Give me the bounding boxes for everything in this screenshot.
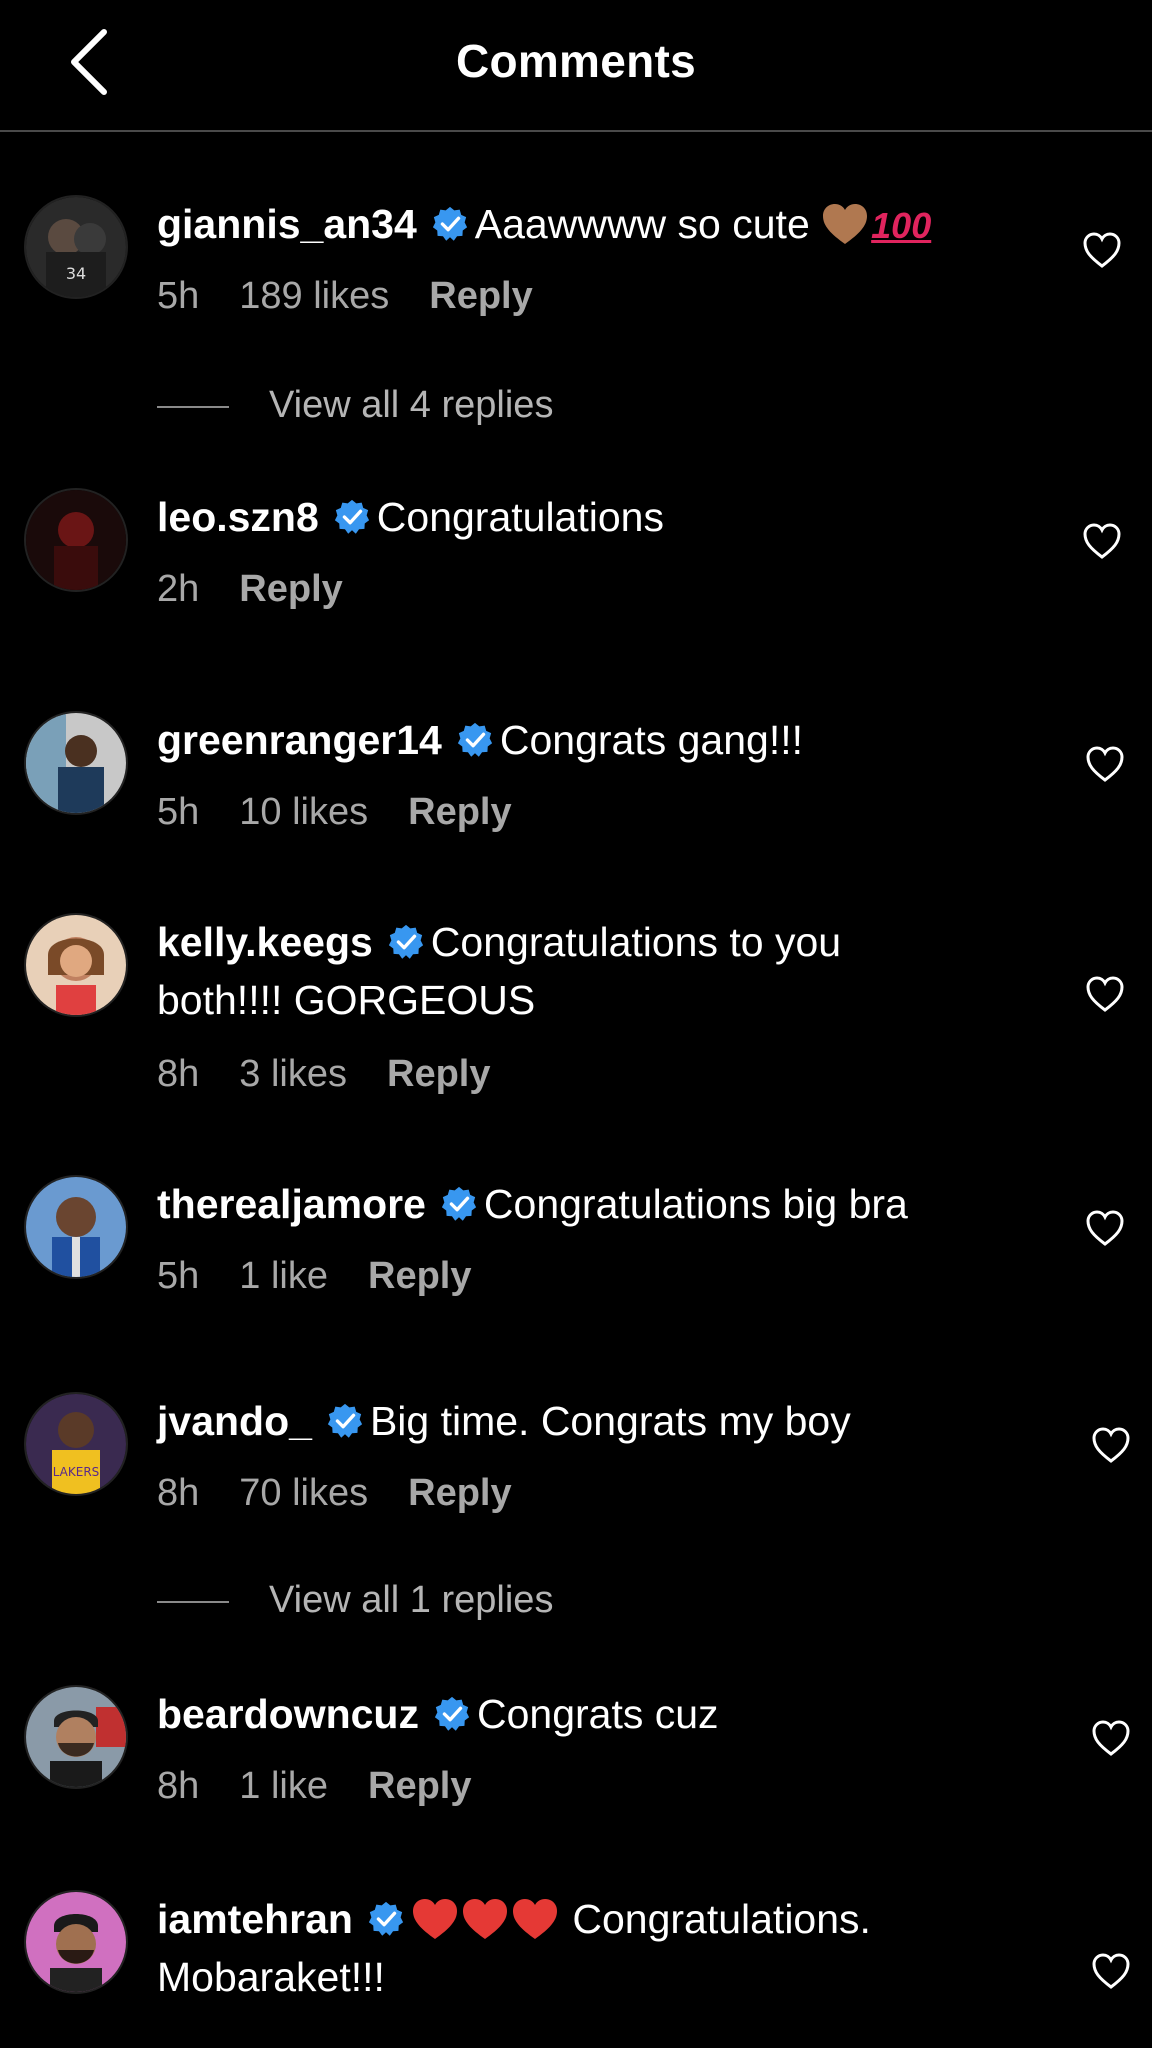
comment-text-line2: Mobaraket!!!: [157, 1954, 385, 2000]
like-count[interactable]: 1 like: [239, 1255, 328, 1297]
comment-time: 8h: [157, 1053, 200, 1095]
avatar[interactable]: [24, 1175, 128, 1279]
comment-meta: 8h 1 like Reply: [157, 1765, 511, 1808]
view-replies-label: View all 1 replies: [269, 1579, 554, 1621]
reply-button[interactable]: Reply: [368, 1765, 471, 1807]
heart-outline-icon[interactable]: [1091, 1719, 1131, 1757]
like-count[interactable]: 189 likes: [239, 275, 389, 317]
comment-meta: 5h 189 likes Reply: [157, 275, 573, 318]
comment-meta: 8h 70 likes Reply: [157, 1472, 552, 1515]
username[interactable]: giannis_an34: [157, 201, 417, 247]
reply-button[interactable]: Reply: [408, 791, 511, 833]
verified-badge-icon: [334, 499, 369, 534]
view-replies-link[interactable]: View all 1 replies: [157, 1579, 553, 1622]
avatar[interactable]: [24, 1685, 128, 1789]
heart-outline-icon[interactable]: [1085, 975, 1125, 1013]
comment-time: 5h: [157, 1255, 200, 1297]
like-count[interactable]: 10 likes: [239, 791, 368, 833]
comment-meta: 5h 10 likes Reply: [157, 791, 552, 834]
comment-text-line1: Congratulations.: [572, 1896, 871, 1942]
reply-button[interactable]: Reply: [408, 1472, 511, 1514]
comment-text: Aaawwww so cute: [474, 201, 810, 247]
comment-time: 8h: [157, 1472, 200, 1514]
avatar[interactable]: [24, 1890, 128, 1994]
page-title: Comments: [455, 35, 697, 87]
comment-text: Congrats cuz: [476, 1691, 719, 1737]
red-heart-emoji-icon: [462, 1899, 507, 1939]
username[interactable]: kelly.keegs: [157, 919, 373, 965]
comment-time: 2h: [157, 568, 200, 610]
view-replies-link[interactable]: View all 4 replies: [157, 384, 553, 427]
like-count[interactable]: 1 like: [239, 1765, 328, 1807]
reply-button[interactable]: Reply: [239, 568, 342, 610]
verified-badge-icon: [441, 1186, 477, 1221]
verified-badge-icon: [457, 722, 492, 757]
header-bar: Comments: [0, 0, 1152, 132]
avatar[interactable]: LAKERS: [24, 1392, 128, 1496]
brown-heart-emoji-icon: [823, 204, 868, 244]
comment-text: Big time. Congrats my boy: [369, 1398, 851, 1444]
heart-outline-icon[interactable]: [1085, 745, 1125, 783]
comment-meta: 8h 3 likes Reply: [157, 1053, 530, 1096]
reply-button[interactable]: Reply: [368, 1255, 471, 1297]
verified-badge-icon: [368, 1901, 404, 1936]
comment-text-line1: Congratulations to you: [430, 919, 842, 965]
username[interactable]: iamtehran: [157, 1896, 353, 1942]
red-heart-emoji-icon: [412, 1899, 457, 1939]
heart-outline-icon[interactable]: [1091, 1952, 1131, 1990]
comment-time: 5h: [157, 275, 200, 317]
avatar[interactable]: [24, 711, 128, 815]
avatar[interactable]: [24, 488, 128, 592]
red-heart-emoji-icon: [512, 1899, 557, 1939]
divider-line: [157, 405, 229, 408]
username[interactable]: greenranger14: [157, 717, 442, 763]
like-count[interactable]: 3 likes: [239, 1053, 347, 1095]
comment-text-line2: both!!!! GORGEOUS: [157, 977, 536, 1023]
username[interactable]: beardowncuz: [157, 1691, 419, 1737]
reply-button[interactable]: Reply: [387, 1053, 490, 1095]
username[interactable]: jvando_: [157, 1398, 312, 1444]
comment-time: 8h: [157, 1765, 200, 1807]
heart-outline-icon[interactable]: [1091, 1426, 1131, 1464]
comment-time: 5h: [157, 791, 200, 833]
comment-text: Congrats gang!!!: [499, 717, 803, 763]
comment-text: Congratulations big bra: [483, 1181, 908, 1227]
verified-badge-icon: [327, 1403, 363, 1438]
reply-button[interactable]: Reply: [429, 275, 532, 317]
verified-badge-icon: [434, 1696, 470, 1731]
heart-outline-icon[interactable]: [1085, 1209, 1125, 1247]
username[interactable]: leo.szn8: [157, 494, 319, 540]
hundred-emoji-icon: 100: [871, 205, 932, 246]
svg-text:LAKERS: LAKERS: [53, 1465, 100, 1479]
divider-line: [157, 1600, 229, 1603]
avatar[interactable]: 34: [24, 195, 128, 299]
like-count[interactable]: 70 likes: [239, 1472, 368, 1514]
comment-meta: 2h Reply: [157, 568, 383, 611]
verified-badge-icon: [432, 206, 467, 241]
verified-badge-icon: [388, 924, 423, 959]
comment-text: Congratulations: [376, 494, 664, 540]
view-replies-label: View all 4 replies: [269, 384, 554, 426]
comment-meta: 5h 1 like Reply: [157, 1255, 511, 1298]
heart-outline-icon[interactable]: [1082, 231, 1122, 269]
avatar[interactable]: [24, 913, 128, 1017]
heart-outline-icon[interactable]: [1082, 522, 1122, 560]
svg-text:34: 34: [66, 264, 86, 283]
username[interactable]: therealjamore: [157, 1181, 426, 1227]
